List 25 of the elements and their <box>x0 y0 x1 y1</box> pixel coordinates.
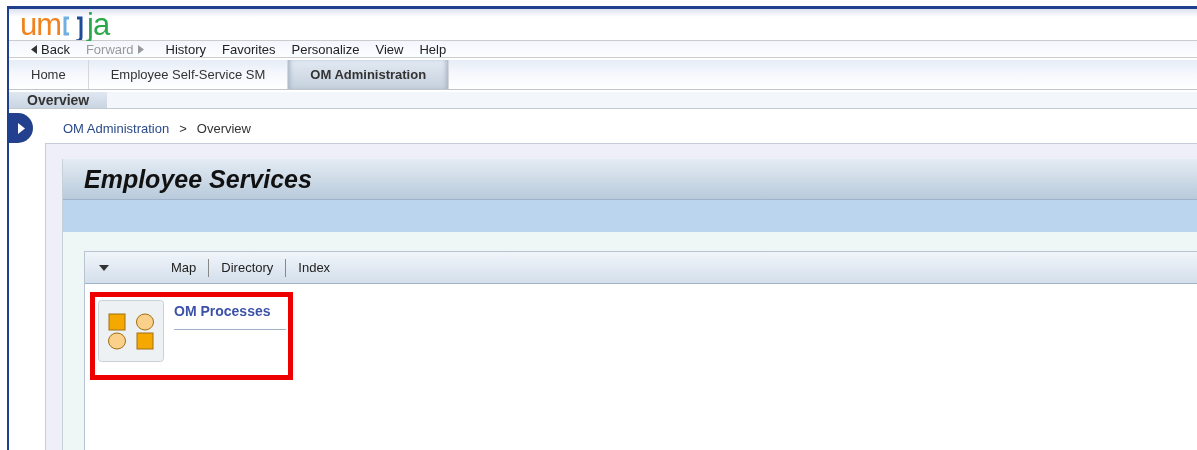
breadcrumb-link[interactable]: OM Administration <box>63 120 170 136</box>
caret-icon[interactable] <box>99 264 109 271</box>
view-tab[interactable]: Directory <box>209 260 286 275</box>
menu-item[interactable]: Personalize <box>291 41 360 57</box>
menu-item[interactable]: History <box>165 41 207 57</box>
menu-item[interactable]: Favorites <box>222 41 276 57</box>
menu-item[interactable]: View <box>375 41 404 57</box>
back-button[interactable]: Back <box>31 41 70 57</box>
tab[interactable]: Home <box>9 60 89 89</box>
logo: um ja <box>20 9 110 40</box>
tab[interactable]: OM Administration <box>288 60 450 89</box>
view-tab[interactable]: Map <box>159 260 209 275</box>
breadcrumb-current: Overview <box>196 120 251 136</box>
tile[interactable]: OM Processes <box>90 292 293 380</box>
page-title: Employee Services <box>84 164 312 194</box>
forward-arrow-icon <box>137 44 144 54</box>
menu-item[interactable]: Help <box>419 41 447 57</box>
expand-arrow-icon <box>17 122 25 134</box>
subtab[interactable]: Overview <box>9 92 108 108</box>
tile-title-link[interactable]: OM Processes <box>174 303 271 319</box>
expand-handle[interactable] <box>9 113 33 143</box>
shapes-icon <box>98 300 164 362</box>
view-tab[interactable]: Index <box>286 260 343 275</box>
breadcrumb-separator: > <box>179 120 187 136</box>
back-arrow-icon <box>31 44 37 54</box>
